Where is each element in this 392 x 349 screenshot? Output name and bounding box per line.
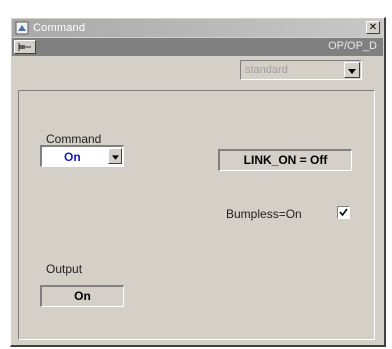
chevron-down-icon — [348, 63, 356, 77]
output-value-display: On — [40, 285, 124, 307]
close-button[interactable]: ✕ — [366, 21, 380, 34]
command-select-value: On — [64, 150, 81, 164]
pin-icon — [18, 40, 32, 54]
mode-select-value: standard — [245, 64, 288, 76]
check-icon — [339, 206, 348, 220]
title-bar[interactable]: Command ✕ — [12, 19, 383, 37]
bumpless-label: Bumpless=On — [226, 207, 302, 221]
command-dropdown-button[interactable] — [108, 148, 122, 164]
output-label: Output — [46, 262, 83, 276]
chevron-down-icon — [111, 149, 119, 163]
bumpless-checkbox[interactable] — [337, 206, 350, 219]
command-label: Command — [46, 132, 102, 146]
command-select[interactable]: On — [40, 145, 124, 167]
tag-header-bar: OP/OP_D — [12, 38, 383, 56]
pin-button[interactable] — [14, 40, 36, 54]
tag-name: OP/OP_D — [328, 40, 377, 52]
mode-dropdown-button[interactable] — [344, 62, 360, 78]
mode-select[interactable]: standard — [240, 60, 362, 80]
window-app-icon — [15, 21, 29, 35]
link-status-display: LINK_ON = Off — [218, 149, 352, 171]
window-title: Command — [33, 22, 86, 34]
